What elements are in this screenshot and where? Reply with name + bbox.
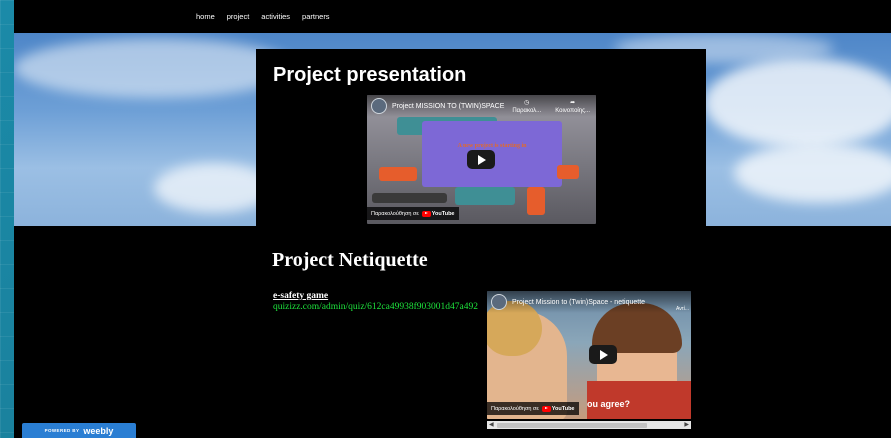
esafety-game-link[interactable]: e-safety game — [273, 291, 328, 301]
channel-avatar[interactable] — [371, 98, 387, 114]
content-area — [14, 226, 891, 438]
top-nav: home project activities partners — [14, 0, 891, 33]
play-icon — [600, 349, 608, 360]
watch-later-icon[interactable]: ◷ Παρακολ... — [512, 99, 541, 115]
section-title-presentation: Project presentation — [273, 64, 467, 86]
nav-activities[interactable]: activities — [261, 12, 290, 21]
youtube-logo: YouTube — [541, 405, 575, 412]
youtube-logo: YouTube — [421, 210, 455, 217]
youtube-video-netiquette[interactable]: Project Mission to (Twin)Space - netique… — [487, 291, 691, 419]
video-title-bar: Project Mission to (Twin)Space - netique… — [487, 291, 691, 313]
nav-home[interactable]: home — [196, 12, 215, 21]
youtube-video-presentation[interactable]: A new project is starting in Project MIS… — [367, 95, 596, 224]
powered-by-label: POWERED BY — [44, 428, 80, 433]
youtube-logo-text: YouTube — [431, 210, 455, 217]
nav-project[interactable]: project — [227, 12, 250, 21]
video-caption: ou agree? — [587, 399, 631, 409]
weebly-logo: weebly — [83, 425, 114, 436]
scroll-thumb[interactable] — [497, 422, 647, 428]
youtube-icon — [541, 405, 551, 412]
video-side-label: Αντί... — [676, 306, 689, 312]
video-title[interactable]: Project Mission to (Twin)Space - netique… — [512, 299, 645, 306]
watch-on-youtube[interactable]: Παρακολούθηση σε YouTube — [487, 402, 579, 415]
video-overlay-text: A new project is starting in — [457, 143, 527, 149]
nav-menu: home project activities partners — [196, 12, 330, 21]
scroll-left-icon[interactable]: ◀ — [489, 422, 494, 428]
nav-partners[interactable]: partners — [302, 12, 330, 21]
video-actions: ◷ Παρακολ... ➦ Κοινοποίης... — [512, 99, 590, 115]
youtube-icon — [421, 210, 431, 217]
play-button[interactable] — [589, 345, 617, 364]
channel-avatar[interactable] — [491, 294, 507, 310]
play-button[interactable] — [467, 150, 495, 169]
section-title-netiquette: Project Netiquette — [272, 249, 428, 271]
video-title[interactable]: Project MISSION TO (TWIN)SPACE — [392, 103, 504, 110]
powered-by-weebly-badge[interactable]: POWERED BY weebly — [22, 423, 136, 438]
watch-on-youtube[interactable]: Παρακολούθηση σε YouTube — [367, 207, 459, 220]
quiz-url-link[interactable]: quizizz.com/admin/quiz/612ca49938f903001… — [273, 302, 491, 313]
horizontal-scrollbar[interactable]: ◀ ▶ — [487, 421, 691, 429]
play-icon — [478, 154, 486, 165]
watch-on-label: Παρακολούθηση σε — [491, 405, 539, 412]
watch-later-label: Παρακολ... — [512, 108, 542, 114]
watch-on-label: Παρακολούθηση σε — [371, 210, 419, 217]
share-label: Κοινοποίης... — [555, 108, 590, 114]
share-icon[interactable]: ➦ Κοινοποίης... — [555, 99, 590, 115]
scroll-right-icon[interactable]: ▶ — [684, 422, 689, 428]
youtube-logo-text: YouTube — [551, 405, 575, 412]
